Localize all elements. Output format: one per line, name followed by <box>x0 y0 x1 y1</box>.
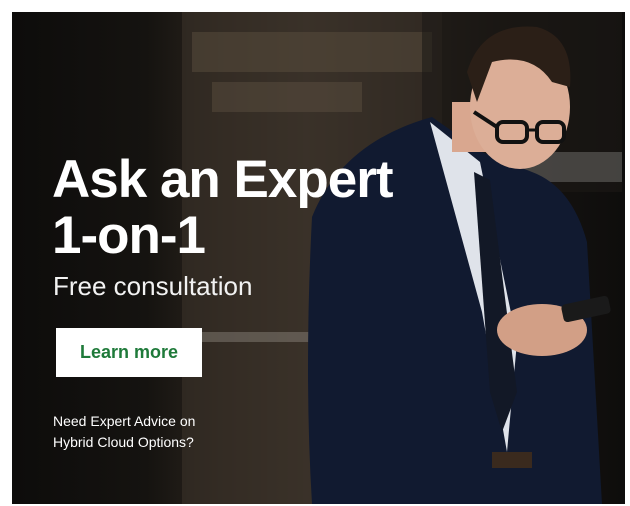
ad-banner[interactable]: Ask an Expert 1-on-1 Free consultation L… <box>12 12 625 504</box>
tagline-line-1: Need Expert Advice on <box>53 413 196 429</box>
tagline-line-2: Hybrid Cloud Options? <box>53 434 194 450</box>
headline-line-1: Ask an Expert <box>52 150 393 209</box>
subheadline: Free consultation <box>53 271 253 301</box>
headline-line-2: 1-on-1 <box>52 206 206 265</box>
learn-more-button[interactable]: Learn more <box>56 328 202 377</box>
tagline: Need Expert Advice on Hybrid Cloud Optio… <box>53 411 283 453</box>
headline: Ask an Expert 1-on-1 <box>52 150 393 265</box>
